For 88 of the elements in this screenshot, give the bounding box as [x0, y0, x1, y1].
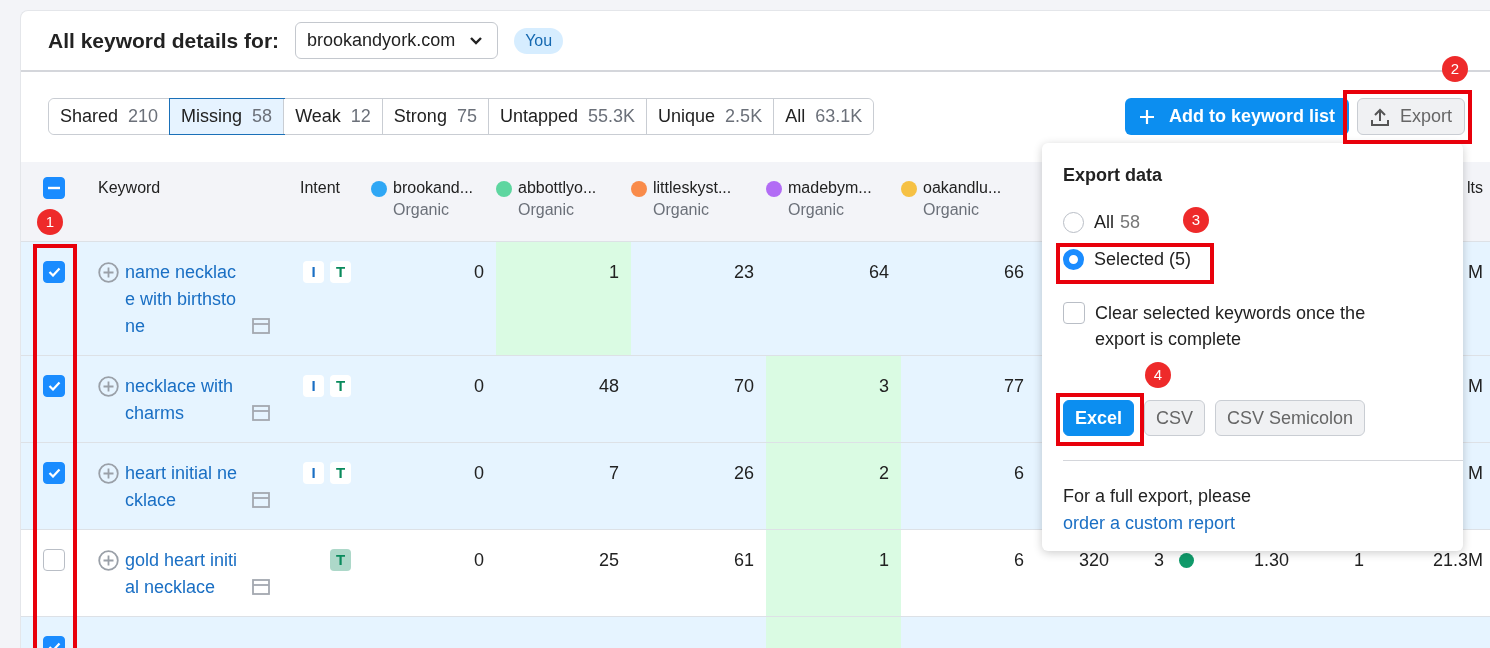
add-circle-icon[interactable] — [98, 550, 119, 571]
window-icon — [252, 405, 270, 421]
table-cell: 23 — [733, 262, 754, 282]
intent-badge: T — [330, 549, 351, 571]
export-option[interactable]: Selected (5) — [1063, 249, 1192, 270]
you-badge: You — [514, 27, 564, 54]
format-button[interactable]: CSV Semicolon — [1215, 400, 1366, 436]
table-cell: M — [1468, 463, 1483, 483]
column-header: oakandlu... — [923, 179, 1002, 197]
table-cell: 6 — [1014, 550, 1024, 570]
row-checkbox[interactable] — [43, 549, 65, 571]
column-subheader: Organic — [518, 201, 576, 219]
column-subheader: Organic — [923, 201, 981, 219]
row-checkbox[interactable] — [43, 462, 65, 484]
radio-button[interactable] — [1063, 249, 1084, 270]
table-cell: 1.30 — [1253, 550, 1289, 570]
add-circle-icon[interactable] — [98, 376, 119, 397]
column-header: madebym... — [788, 179, 872, 197]
intent-badge: I — [303, 261, 324, 283]
intent-badge: I — [303, 462, 324, 484]
full-export-note: For a full export, please order a custom report — [1063, 485, 1253, 535]
table-cell: 0 — [474, 262, 484, 282]
export-button[interactable]: Export — [1356, 98, 1465, 135]
table-cell: 0 — [474, 376, 484, 396]
window-icon — [252, 579, 270, 595]
checkbox[interactable] — [1063, 302, 1085, 324]
column-header: brookand... — [393, 179, 474, 197]
window-icon — [252, 492, 270, 508]
table-cell: 26 — [733, 463, 754, 483]
column-header: Intent — [300, 179, 341, 196]
keyword-link[interactable]: name necklace with birthstone — [125, 259, 246, 340]
intent-badge: I — [303, 375, 324, 397]
add-circle-icon[interactable] — [98, 262, 119, 283]
page-title: All keyword details for: — [48, 28, 280, 53]
check-icon — [47, 468, 61, 478]
table-cell: 48 — [598, 376, 619, 396]
table-cell: 21.3M — [1432, 550, 1483, 570]
table-cell: 1 — [879, 550, 889, 570]
column-subheader: Organic — [393, 201, 451, 219]
column-header: abbottlyo... — [518, 179, 597, 197]
table-cell: 6 — [1014, 463, 1024, 483]
table-cell: 77 — [1003, 376, 1024, 396]
keyword-link[interactable]: necklace with charms — [125, 373, 246, 427]
table-cell: 25 — [598, 550, 619, 570]
table-cell: M — [1468, 262, 1483, 282]
table-cell: 3 — [1153, 550, 1164, 570]
upload-icon — [1369, 106, 1390, 127]
clear-selected-option[interactable]: Clear selected keywords once the export is complete — [1063, 300, 1403, 352]
table-cell: 2 — [879, 463, 889, 483]
select-all-checkbox[interactable] — [43, 177, 65, 199]
filter-tab[interactable]: Missing 58 — [170, 99, 285, 134]
table-cell: 1 — [1354, 550, 1364, 570]
add-circle-icon[interactable] — [98, 463, 119, 484]
table-cell: 0 — [474, 550, 484, 570]
popover-title: Export data — [1062, 165, 1164, 186]
window-icon — [252, 318, 270, 334]
check-icon — [47, 381, 61, 391]
keyword-link[interactable]: heart initial necklace — [125, 460, 246, 514]
row-checkbox[interactable] — [43, 261, 65, 283]
domain-dropdown[interactable]: brookandyork.com — [295, 22, 499, 59]
export-option[interactable]: All 58 — [1063, 212, 1141, 233]
check-icon — [47, 267, 61, 277]
table-cell: 7 — [609, 463, 619, 483]
column-header: Keyword — [98, 179, 161, 196]
table-cell: 320 — [1078, 550, 1109, 570]
filter-tab[interactable]: Weak 12 — [284, 99, 383, 134]
plus-icon — [1138, 108, 1155, 125]
column-header: littleskyst... — [653, 179, 732, 197]
table-cell: 0 — [474, 463, 484, 483]
intent-badge: T — [330, 261, 351, 283]
intent-badge: T — [330, 375, 351, 397]
table-cell: 66 — [1003, 262, 1024, 282]
format-button[interactable]: CSV — [1144, 400, 1206, 436]
keyword-link[interactable]: gold heart initial necklace — [125, 547, 246, 601]
intent-badge: T — [330, 462, 351, 484]
column-subheader: Organic — [653, 201, 711, 219]
table-cell: 61 — [733, 550, 754, 570]
table-cell: M — [1468, 376, 1483, 396]
row-checkbox[interactable] — [43, 375, 65, 397]
table-cell: 64 — [868, 262, 889, 282]
custom-report-link[interactable]: order a custom report — [1063, 513, 1236, 533]
table-cell: 70 — [733, 376, 754, 396]
column-subheader: Organic — [788, 201, 846, 219]
table-cell: 1 — [609, 262, 619, 282]
chevron-icon — [469, 35, 484, 46]
minus-icon — [48, 186, 60, 190]
table-cell: 3 — [879, 376, 889, 396]
column-header: lts — [1467, 179, 1483, 196]
